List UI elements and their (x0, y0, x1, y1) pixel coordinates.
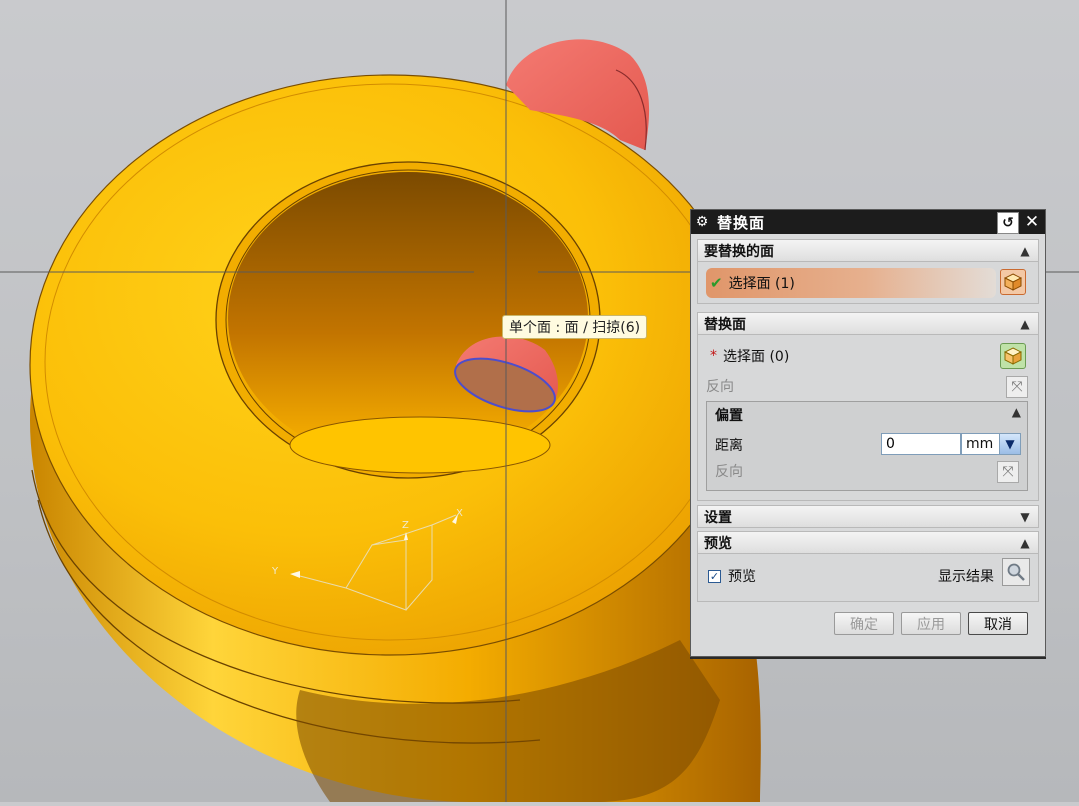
required-star-icon: * (710, 348, 717, 364)
selection-tooltip: 单个面 : 面 / 扫掠(6) (502, 315, 648, 339)
face-select-cube-icon[interactable] (1000, 269, 1026, 295)
preview-checkbox[interactable]: ✓ (708, 569, 721, 583)
check-icon: ✔ (710, 274, 723, 292)
show-result-search-icon[interactable] (1002, 558, 1030, 586)
section-target-header[interactable]: 要替换的面 ▲ (697, 239, 1039, 262)
section-target-faces: 要替换的面 ▲ ✔ 选择面 (1) (697, 239, 1039, 304)
section-settings-header[interactable]: 设置 ▼ (697, 505, 1039, 528)
offset-group-title: 偏置 (715, 408, 743, 424)
dropdown-arrow-icon[interactable]: ▼ (999, 434, 1020, 454)
reset-icon[interactable]: ↺ (997, 212, 1019, 234)
show-result-label: 显示结果 (938, 569, 994, 585)
chevron-up-icon[interactable]: ▲ (1016, 315, 1034, 332)
apply-button[interactable]: 应用 (901, 612, 961, 635)
distance-input[interactable] (881, 433, 961, 455)
section-replacement-face: 替换面 ▲ * 选择面 (0) 反向 ⤧ 偏置 ▲ 距离 mm ▼ (697, 312, 1039, 501)
ok-button[interactable]: 确定 (834, 612, 894, 635)
reverse-direction-icon[interactable]: ⤧ (1006, 376, 1028, 398)
gear-icon[interactable]: ⚙ (691, 214, 713, 230)
section-target-title: 要替换的面 (704, 243, 774, 260)
preview-label: 预览 (728, 569, 756, 585)
offset-group: 偏置 ▲ 距离 mm ▼ 反向 ⤧ (706, 401, 1028, 491)
section-replacement-title: 替换面 (704, 316, 746, 333)
replace-face-dialog: ⚙ 替换面 ↺ ✕ 要替换的面 ▲ ✔ 选择面 (1) 替换面 ▲ * 选择面 … (690, 209, 1046, 657)
section-settings-title: 设置 (704, 509, 732, 526)
dialog-title: 替换面 (717, 213, 766, 232)
face-select-cube-icon[interactable] (1000, 343, 1026, 369)
close-icon[interactable]: ✕ (1022, 212, 1042, 232)
preview-checkbox-row[interactable]: ✓ 预览 (708, 566, 756, 586)
cancel-button[interactable]: 取消 (968, 612, 1028, 635)
chevron-up-icon[interactable]: ▲ (1016, 242, 1034, 259)
section-settings: 设置 ▼ (697, 505, 1039, 528)
offset-reverse-label: 反向 (715, 464, 743, 480)
unit-select[interactable]: mm ▼ (961, 433, 1021, 455)
chevron-up-icon[interactable]: ▲ (1012, 405, 1021, 419)
section-preview: 预览 ▲ ✓ 预览 显示结果 (697, 531, 1039, 602)
chevron-up-icon[interactable]: ▲ (1016, 534, 1034, 551)
unit-value: mm (966, 436, 994, 452)
section-preview-title: 预览 (704, 535, 732, 552)
select-target-face-label: 选择面 (1) (728, 276, 795, 292)
select-replacement-face-label: 选择面 (0) (723, 349, 790, 365)
dialog-titlebar[interactable]: ⚙ 替换面 ↺ ✕ (691, 210, 1045, 234)
select-replacement-face-row[interactable]: * 选择面 (0) (710, 345, 789, 367)
triad-y-label: Y (271, 566, 279, 577)
section-replacement-header[interactable]: 替换面 ▲ (697, 312, 1039, 335)
section-preview-header[interactable]: 预览 ▲ (697, 531, 1039, 554)
triad-x-label: X (456, 508, 463, 519)
reverse-direction-label: 反向 (706, 379, 734, 395)
chevron-down-icon[interactable]: ▼ (1016, 508, 1034, 525)
distance-label: 距离 (715, 438, 743, 454)
select-target-face-row[interactable]: ✔ 选择面 (1) (706, 268, 996, 298)
offset-reverse-icon[interactable]: ⤧ (997, 461, 1019, 483)
part-body[interactable] (29, 74, 761, 802)
triad-z-label: Z (402, 520, 409, 531)
